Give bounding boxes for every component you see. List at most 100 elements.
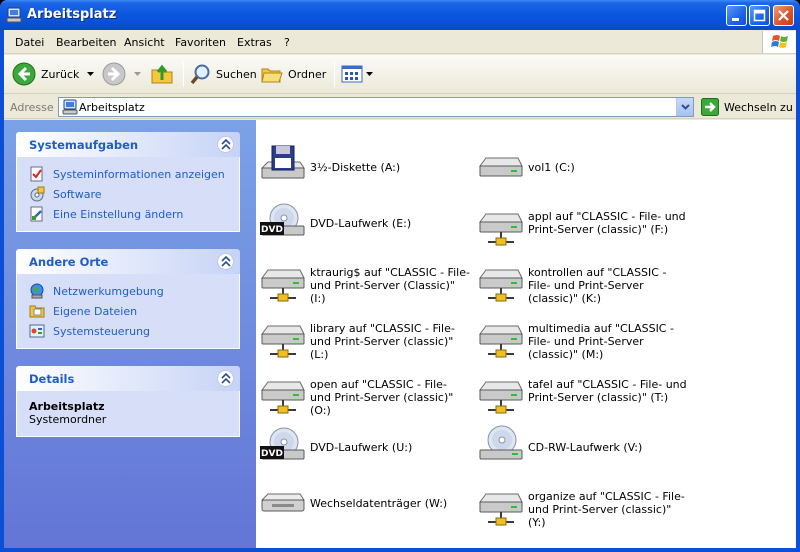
task-system-info[interactable]: Systeminformationen anzeigen bbox=[17, 165, 239, 185]
folders-icon bbox=[261, 68, 283, 83]
task-label: Systeminformationen anzeigen bbox=[53, 168, 225, 181]
back-button[interactable]: Zurück bbox=[12, 60, 95, 88]
floppy-icon bbox=[260, 145, 305, 179]
drive-item[interactable]: multimedia auf "CLASSIC - File- und Prin… bbox=[476, 312, 688, 362]
drive-item[interactable]: kontrollen auf "CLASSIC - File- und Prin… bbox=[476, 256, 688, 306]
folders-button[interactable]: Ordner bbox=[260, 60, 326, 88]
software-icon bbox=[30, 186, 45, 202]
menu-favoriten[interactable]: Favoriten bbox=[175, 36, 226, 49]
task-label: Eine Einstellung ändern bbox=[53, 208, 184, 221]
task-software[interactable]: Software bbox=[17, 185, 239, 205]
drive-label: 3½-Diskette (A:) bbox=[310, 161, 401, 174]
address-input[interactable]: Arbeitsplatz bbox=[58, 97, 694, 117]
drive-label: multimedia auf "CLASSIC - File- und Prin… bbox=[528, 322, 674, 361]
task-change-setting[interactable]: Eine Einstellung ändern bbox=[17, 205, 239, 225]
menu-help[interactable]: ? bbox=[284, 36, 290, 49]
up-folder-button[interactable] bbox=[150, 60, 174, 88]
address-dropdown-button[interactable] bbox=[676, 98, 693, 116]
go-arrow-icon bbox=[701, 98, 719, 116]
drive-item[interactable]: Wechseldatenträger (W:) bbox=[258, 480, 470, 530]
panel-body: Arbeitsplatz Systemordner bbox=[16, 391, 240, 437]
drive-item[interactable]: library auf "CLASSIC - File- und Print-S… bbox=[258, 312, 470, 362]
maximize-icon bbox=[753, 9, 766, 22]
dvd-badge: DVD bbox=[261, 449, 283, 459]
chevron-up-icon bbox=[221, 256, 231, 267]
search-button[interactable]: Suchen bbox=[190, 60, 257, 88]
chevron-up-icon bbox=[221, 373, 231, 384]
forward-dropdown-icon[interactable] bbox=[134, 72, 141, 76]
windows-flag-icon bbox=[771, 35, 788, 48]
drive-label: open auf "CLASSIC - File- und Print-Serv… bbox=[310, 378, 454, 417]
place-my-documents[interactable]: Eigene Dateien bbox=[17, 302, 239, 322]
drive-item[interactable]: organize auf "CLASSIC - File- und Print-… bbox=[476, 480, 688, 530]
drive-item[interactable]: appl auf "CLASSIC - File- und Print-Serv… bbox=[476, 200, 688, 250]
network-drive-icon bbox=[261, 381, 305, 414]
settings-icon bbox=[30, 206, 43, 222]
details-panel: Details Arbeitsplatz Systemordner bbox=[16, 366, 240, 437]
chevron-up-icon bbox=[221, 139, 231, 150]
maximize-button[interactable] bbox=[749, 5, 770, 26]
address-value: Arbeitsplatz bbox=[79, 101, 145, 114]
drive-label: kontrollen auf "CLASSIC - File- und Prin… bbox=[528, 266, 667, 305]
title-bar[interactable]: Arbeitsplatz bbox=[0, 0, 800, 30]
forward-button[interactable] bbox=[102, 60, 141, 88]
chevron-down-icon bbox=[681, 104, 690, 110]
drive-item[interactable]: CD-RW-Laufwerk (V:) bbox=[476, 424, 688, 474]
panel-body: Netzwerkumgebung Eigene Dateien Systemst… bbox=[16, 274, 240, 349]
menu-bearbeiten[interactable]: Bearbeiten bbox=[56, 36, 116, 49]
views-button[interactable] bbox=[341, 60, 373, 88]
content-area: Systemaufgaben Systeminformationen anzei… bbox=[4, 120, 796, 548]
back-label: Zurück bbox=[41, 67, 80, 81]
drive-item[interactable]: vol1 (C:) bbox=[476, 144, 688, 194]
toolbar-separator bbox=[183, 61, 184, 87]
collapse-button[interactable] bbox=[217, 253, 234, 270]
computer-icon bbox=[62, 99, 78, 115]
address-bar: Adresse Arbeitsplatz Wechseln zu bbox=[4, 95, 796, 119]
minimize-icon bbox=[732, 18, 739, 21]
network-drive-icon bbox=[479, 269, 523, 302]
network-icon bbox=[30, 283, 44, 299]
folders-label: Ordner bbox=[288, 67, 327, 81]
menu-datei[interactable]: Datei bbox=[15, 36, 44, 49]
drive-label: CD-RW-Laufwerk (V:) bbox=[528, 441, 643, 454]
collapse-button[interactable] bbox=[217, 136, 234, 153]
task-label: Systemsteuerung bbox=[53, 325, 151, 338]
folder-icon bbox=[29, 305, 45, 318]
panel-header[interactable]: Systemaufgaben bbox=[16, 132, 240, 157]
drive-item[interactable]: open auf "CLASSIC - File- und Print-Serv… bbox=[258, 368, 470, 418]
network-drive-icon bbox=[479, 381, 523, 414]
network-drive-icon bbox=[261, 325, 305, 358]
views-dropdown-icon[interactable] bbox=[366, 72, 373, 76]
menu-extras[interactable]: Extras bbox=[237, 36, 272, 49]
address-label: Adresse bbox=[10, 101, 54, 114]
drive-item[interactable]: ktraurig$ auf "CLASSIC - File- und Print… bbox=[258, 256, 470, 306]
close-icon bbox=[778, 10, 789, 21]
panel-title: Andere Orte bbox=[29, 255, 109, 269]
drive-label: tafel auf "CLASSIC - File- und Print-Ser… bbox=[528, 378, 687, 404]
place-network[interactable]: Netzwerkumgebung bbox=[17, 282, 239, 302]
task-label: Eigene Dateien bbox=[53, 305, 138, 318]
drive-item[interactable]: tafel auf "CLASSIC - File- und Print-Ser… bbox=[476, 368, 688, 418]
drive-label: vol1 (C:) bbox=[528, 161, 575, 174]
dvd-drive-icon: DVD bbox=[260, 203, 305, 236]
system-tasks-panel: Systemaufgaben Systeminformationen anzei… bbox=[16, 132, 240, 232]
menu-bar: Datei Bearbeiten Ansicht Favoriten Extra… bbox=[4, 30, 796, 54]
drive-item[interactable]: DVD DVD-Laufwerk (E:) bbox=[258, 200, 470, 250]
control-panel-icon bbox=[29, 324, 45, 338]
window-title: Arbeitsplatz bbox=[27, 7, 117, 22]
collapse-button[interactable] bbox=[217, 370, 234, 387]
panel-header[interactable]: Andere Orte bbox=[16, 249, 240, 274]
drive-item[interactable]: 3½-Diskette (A:) bbox=[258, 144, 470, 194]
back-dropdown-icon[interactable] bbox=[87, 72, 95, 76]
dvd-badge: DVD bbox=[261, 225, 283, 235]
minimize-button[interactable] bbox=[726, 5, 747, 26]
drive-item[interactable]: DVD DVD-Laufwerk (U:) bbox=[258, 424, 470, 474]
place-control-panel[interactable]: Systemsteuerung bbox=[17, 322, 239, 342]
go-button[interactable]: Wechseln zu bbox=[701, 98, 793, 116]
task-label: Software bbox=[53, 188, 102, 201]
close-button[interactable] bbox=[773, 5, 794, 26]
window-frame: Datei Bearbeiten Ansicht Favoriten Extra… bbox=[4, 30, 796, 548]
menu-ansicht[interactable]: Ansicht bbox=[124, 36, 165, 49]
toolbar: Zurück Suchen Ordner bbox=[4, 55, 796, 94]
panel-header[interactable]: Details bbox=[16, 366, 240, 391]
